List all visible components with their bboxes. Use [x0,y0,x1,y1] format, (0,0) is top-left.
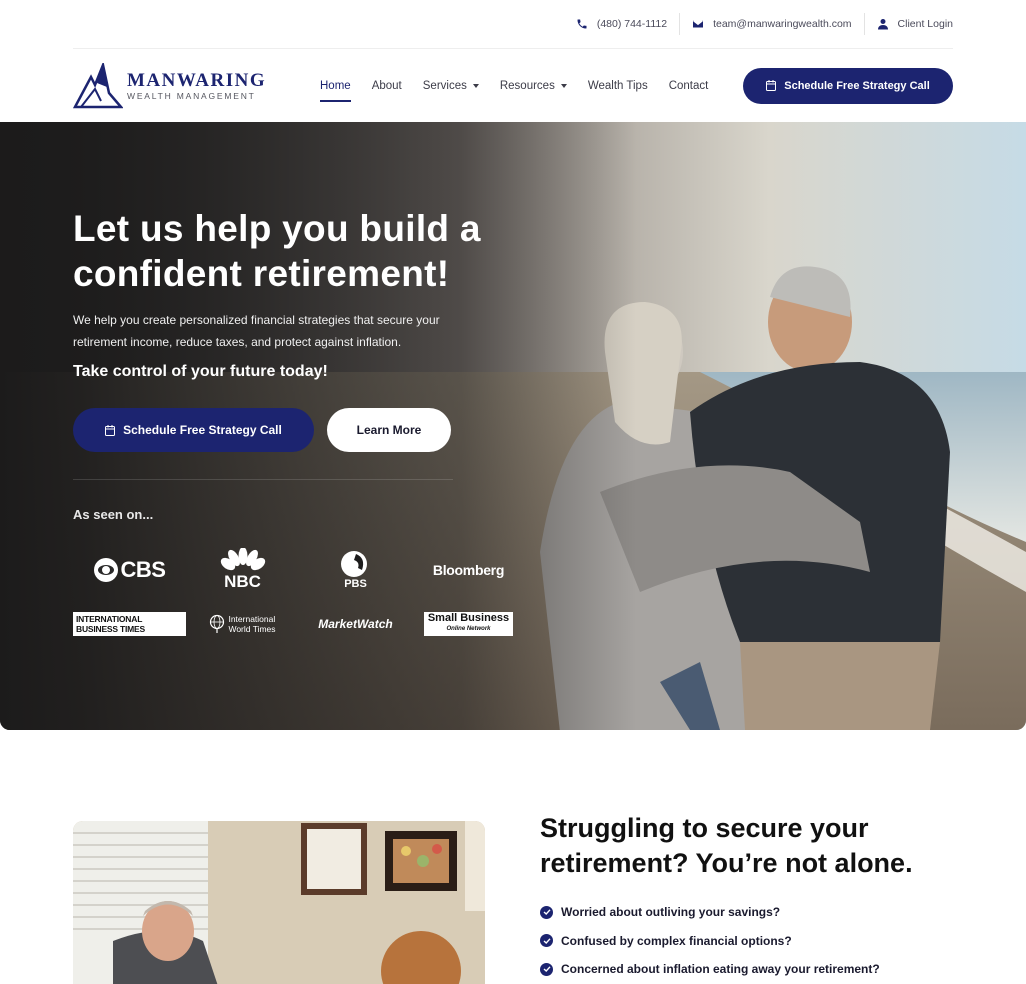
phone-link[interactable]: (480) 744-1112 [564,13,679,35]
hero-section: Let us help you build a confident retire… [0,122,1026,730]
check-circle-icon [540,934,553,948]
ibt-logo: INTERNATIONAL BUSINESS TIMES [73,612,186,636]
media-logo-grid: CBS NBC PBS Bloomberg INTERNATIONAL BUSI… [73,542,525,650]
globe-icon [210,614,225,633]
struggle-section: Struggling to secure your retirement? Yo… [540,811,960,881]
as-seen-on-heading: As seen on... [73,507,154,522]
calendar-icon [105,424,116,436]
nav-services-label: Services [422,79,467,92]
pbs-logo-text: PBS [344,578,367,590]
pbs-head-icon [340,551,367,577]
calendar-icon [766,80,777,91]
user-icon [877,19,888,30]
hero-title: Let us help you build a confident retire… [73,208,481,294]
hero-primary-button-label: Schedule Free Strategy Call [123,423,282,437]
site-header: MANWARING WEALTH MANAGEMENT Home About S… [73,49,953,122]
email-link[interactable]: team@manwaringwealth.com [679,13,863,35]
bloomberg-logo-text: Bloomberg [432,562,505,578]
list-item: Confused by complex financial options? [540,927,880,956]
marketwatch-logo-text: MarketWatch [318,617,393,631]
phone-icon [577,19,587,29]
client-login-label: Client Login [897,18,953,30]
advisor-meeting-illustration [73,821,485,984]
nav-about[interactable]: About [372,76,402,96]
ibt-logo-text: INTERNATIONAL BUSINESS TIMES [76,614,145,634]
nav-home-label: Home [320,79,351,92]
nbc-peacock-icon [220,548,265,571]
advisor-meeting-image [73,821,485,984]
nav-wealth-tips-label: Wealth Tips [587,79,648,92]
concern-text: Confused by complex financial options? [561,933,792,948]
small-business-logo: Small Business Online Network [423,612,514,636]
iwt-logo-line2: World Times [228,624,276,634]
nav-resources[interactable]: Resources [500,76,567,96]
cbs-logo: CBS [93,557,166,583]
nav-contact[interactable]: Contact [669,76,709,96]
nav-contact-label: Contact [668,79,709,92]
check-circle-icon [540,905,553,919]
hero-schedule-call-button[interactable]: Schedule Free Strategy Call [73,408,314,452]
phone-number: (480) 744-1112 [596,18,668,30]
caret-down-icon [560,83,567,88]
nav-about-label: About [371,79,402,92]
nav-services[interactable]: Services [423,76,479,96]
list-item: Concerned about inflation eating away yo… [540,955,880,984]
top-contact-bar: (480) 744-1112 team@manwaringwealth.com … [73,0,953,49]
nav-resources-label: Resources [499,79,555,92]
nav-wealth-tips[interactable]: Wealth Tips [588,76,648,96]
client-login-link[interactable]: Client Login [863,13,953,35]
hero-divider [73,479,453,480]
learn-more-button[interactable]: Learn More [327,408,451,452]
nbc-logo: NBC [220,548,266,592]
bloomberg-logo: Bloomberg [432,562,505,578]
header-cta-label: Schedule Free Strategy Call [784,79,930,92]
hero-tagline: Take control of your future today! [73,363,328,380]
brand-tagline: WEALTH MANAGEMENT [127,90,256,101]
concern-text: Concerned about inflation eating away yo… [561,962,880,977]
cbs-eye-icon [93,558,118,582]
mountain-logo-icon [73,62,123,108]
list-item: Worried about outliving your savings? [540,898,880,927]
nbc-logo-text: NBC [224,572,261,591]
main-nav: Home About Services Resources Wealth Tip… [320,76,709,102]
pbs-logo: PBS [340,550,372,590]
nav-home[interactable]: Home [320,76,351,102]
concerns-list: Worried about outliving your savings? Co… [540,898,880,984]
small-business-logo-line1: Small Business [427,612,510,624]
brand-name: MANWARING [127,69,267,91]
email-address: team@manwaringwealth.com [713,18,852,30]
envelope-icon [693,20,704,28]
check-circle-icon [540,962,553,976]
caret-down-icon [472,83,479,88]
brand-logo[interactable]: MANWARING WEALTH MANAGEMENT [73,62,320,109]
header-schedule-call-button[interactable]: Schedule Free Strategy Call [743,67,953,104]
concern-text: Worried about outliving your savings? [561,905,781,920]
struggle-title: Struggling to secure your retirement? Yo… [540,813,913,878]
marketwatch-logo: MarketWatch [318,617,392,631]
small-business-logo-line2: Online Network [446,626,491,632]
iwt-logo: International World Times [209,614,276,634]
cbs-logo-text: CBS [120,557,166,582]
learn-more-label: Learn More [356,423,422,437]
hero-description: We help you create personalized financia… [73,313,440,349]
iwt-logo-line1: International [228,614,276,624]
